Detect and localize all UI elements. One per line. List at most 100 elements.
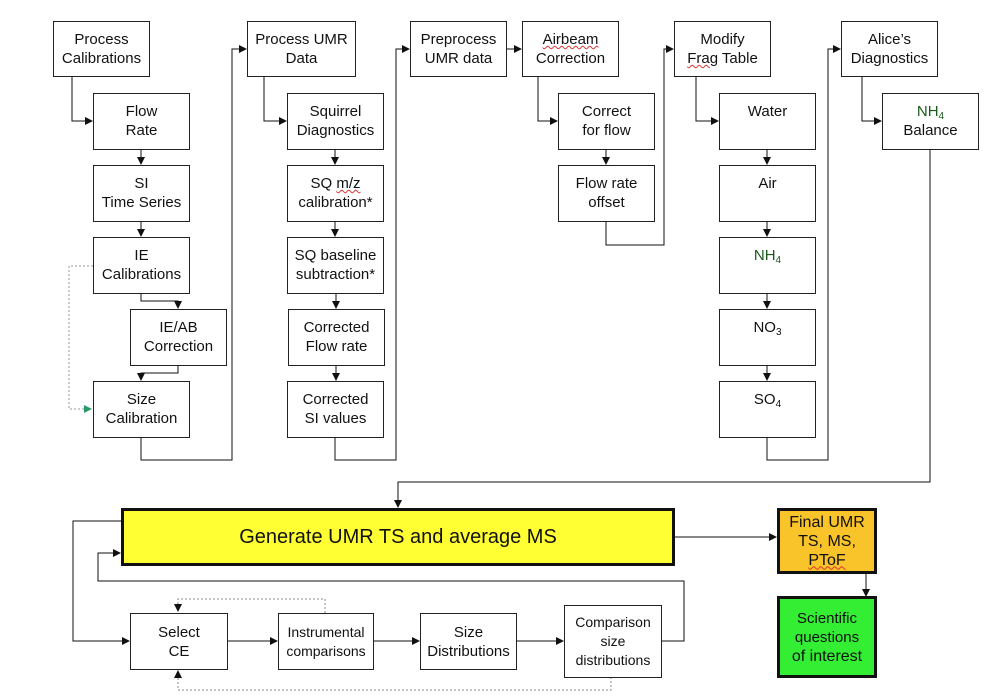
label: Diagnostics [296, 122, 375, 139]
select-ce-box: Select CE [130, 613, 228, 670]
label: Instrumental [287, 623, 365, 640]
final-umr-box: Final UMR TS, MS, PToF [777, 508, 877, 574]
label: NH4 [753, 246, 782, 266]
label-part: Frag [687, 50, 719, 67]
so4-box: SO4 [719, 381, 816, 438]
label: SI values [304, 410, 367, 427]
flow-rate-offset-box: Flow rate offset [558, 165, 655, 222]
nh4-balance-box: NH4 Balance [882, 93, 979, 150]
label: Generate UMR TS and average MS [239, 525, 557, 548]
label: Flow [125, 103, 158, 120]
label: CE [168, 642, 190, 660]
modify-frag-table-box: Modify Frag Table [674, 21, 771, 77]
label: Process [74, 31, 129, 48]
ie-calibrations-box: IE Calibrations [93, 237, 190, 294]
label: Corrected [302, 391, 369, 408]
label: for flow [582, 122, 631, 139]
label: Flow rate [305, 338, 368, 355]
size-calibration-box: Size Calibration [93, 381, 190, 438]
size-distributions-box: Size Distributions [420, 613, 517, 670]
label: Air [758, 175, 777, 192]
label-part: Table [718, 50, 758, 67]
label: Size [453, 623, 484, 641]
label: Airbeam [542, 31, 599, 48]
label: Water [747, 103, 788, 120]
no3-box: NO3 [719, 309, 816, 366]
label: Process UMR [255, 31, 348, 48]
label: Time Series [101, 194, 182, 211]
ie-ab-correction-box: IE/AB Correction [130, 309, 227, 366]
label: Distributions [427, 642, 510, 660]
label: Comparison [575, 614, 651, 630]
label: offset [588, 194, 625, 211]
flow-rate-box: Flow Rate [93, 93, 190, 150]
corrected-si-values-box: Corrected SI values [287, 381, 384, 438]
label: calibration* [298, 194, 373, 211]
label-part: TS, MS, [798, 532, 856, 550]
label: Select [158, 623, 200, 641]
label: Calibration [105, 410, 178, 427]
label-part: NO [753, 319, 776, 336]
instrumental-comparisons-box: Instrumental comparisons [278, 613, 374, 670]
airbeam-correction-box: Airbeam Correction [522, 21, 619, 77]
subscript: 4 [775, 399, 782, 410]
label: Correction [535, 50, 606, 67]
label: SO4 [753, 390, 782, 410]
label: Calibrations [61, 50, 142, 67]
corrected-flow-rate-box: Corrected Flow rate [288, 309, 385, 366]
label: Diagnostics [850, 50, 929, 67]
subscript: 4 [775, 255, 782, 266]
process-umr-data-box: Process UMR Data [247, 21, 356, 77]
label: UMR data [424, 50, 493, 67]
label-part: SO [753, 391, 776, 408]
sq-baseline-subtraction-box: SQ baseline subtraction* [287, 237, 384, 294]
label: of interest [791, 647, 863, 665]
label: Final UMR [789, 513, 865, 531]
flowchart: Process Calibrations Flow Rate SI Time Seri… [0, 0, 996, 699]
label: Preprocess [420, 31, 497, 48]
label: TS, MS, PToF [780, 532, 874, 570]
label: Squirrel [309, 103, 362, 120]
label: Correct [581, 103, 632, 120]
label: Frag Table [687, 49, 758, 68]
label-part: m/z [336, 175, 361, 192]
label: SQ m/z [310, 174, 360, 193]
squirrel-diagnostics-box: Squirrel Diagnostics [287, 93, 384, 150]
air-box: Air [719, 165, 816, 222]
label: subtraction* [295, 266, 376, 283]
label: Scientific questions [794, 609, 860, 646]
label: distributions [575, 652, 651, 668]
label: comparisons [286, 642, 366, 659]
label-part: NH [753, 247, 776, 264]
sq-mz-calibration-box: SQ m/z calibration* [287, 165, 384, 222]
nh4-box: NH4 [719, 237, 816, 294]
comparison-size-distributions-box: Comparison size distributions [564, 605, 662, 678]
label: size [600, 633, 626, 649]
subscript: 3 [775, 327, 782, 338]
label: Corrected [303, 319, 370, 336]
label: Rate [125, 122, 158, 139]
generate-umr-box: Generate UMR TS and average MS [121, 508, 675, 566]
label: NH4 [917, 102, 944, 122]
label: Flow rate [575, 175, 638, 192]
label: Calibrations [101, 266, 182, 283]
label: Balance [903, 122, 958, 139]
label: SQ baseline [294, 247, 377, 264]
label: IE [134, 247, 149, 264]
label: Correction [143, 338, 214, 355]
correct-for-flow-box: Correct for flow [558, 93, 655, 150]
label: IE/AB [159, 319, 198, 336]
alices-diagnostics-box: Alice’s Diagnostics [841, 21, 938, 77]
label: Modify [700, 31, 745, 48]
label: Data [285, 50, 318, 67]
label-part: SQ [310, 175, 337, 192]
label: Alice’s [867, 31, 912, 48]
label: NO3 [753, 318, 782, 338]
label-part: PToF [808, 551, 846, 569]
preprocess-umr-data-box: Preprocess UMR data [410, 21, 507, 77]
scientific-questions-box: Scientific questions of interest [777, 596, 877, 678]
process-calibrations-box: Process Calibrations [53, 21, 150, 77]
label: SI [134, 175, 149, 192]
water-box: Water [719, 93, 816, 150]
label: Size [126, 391, 157, 408]
